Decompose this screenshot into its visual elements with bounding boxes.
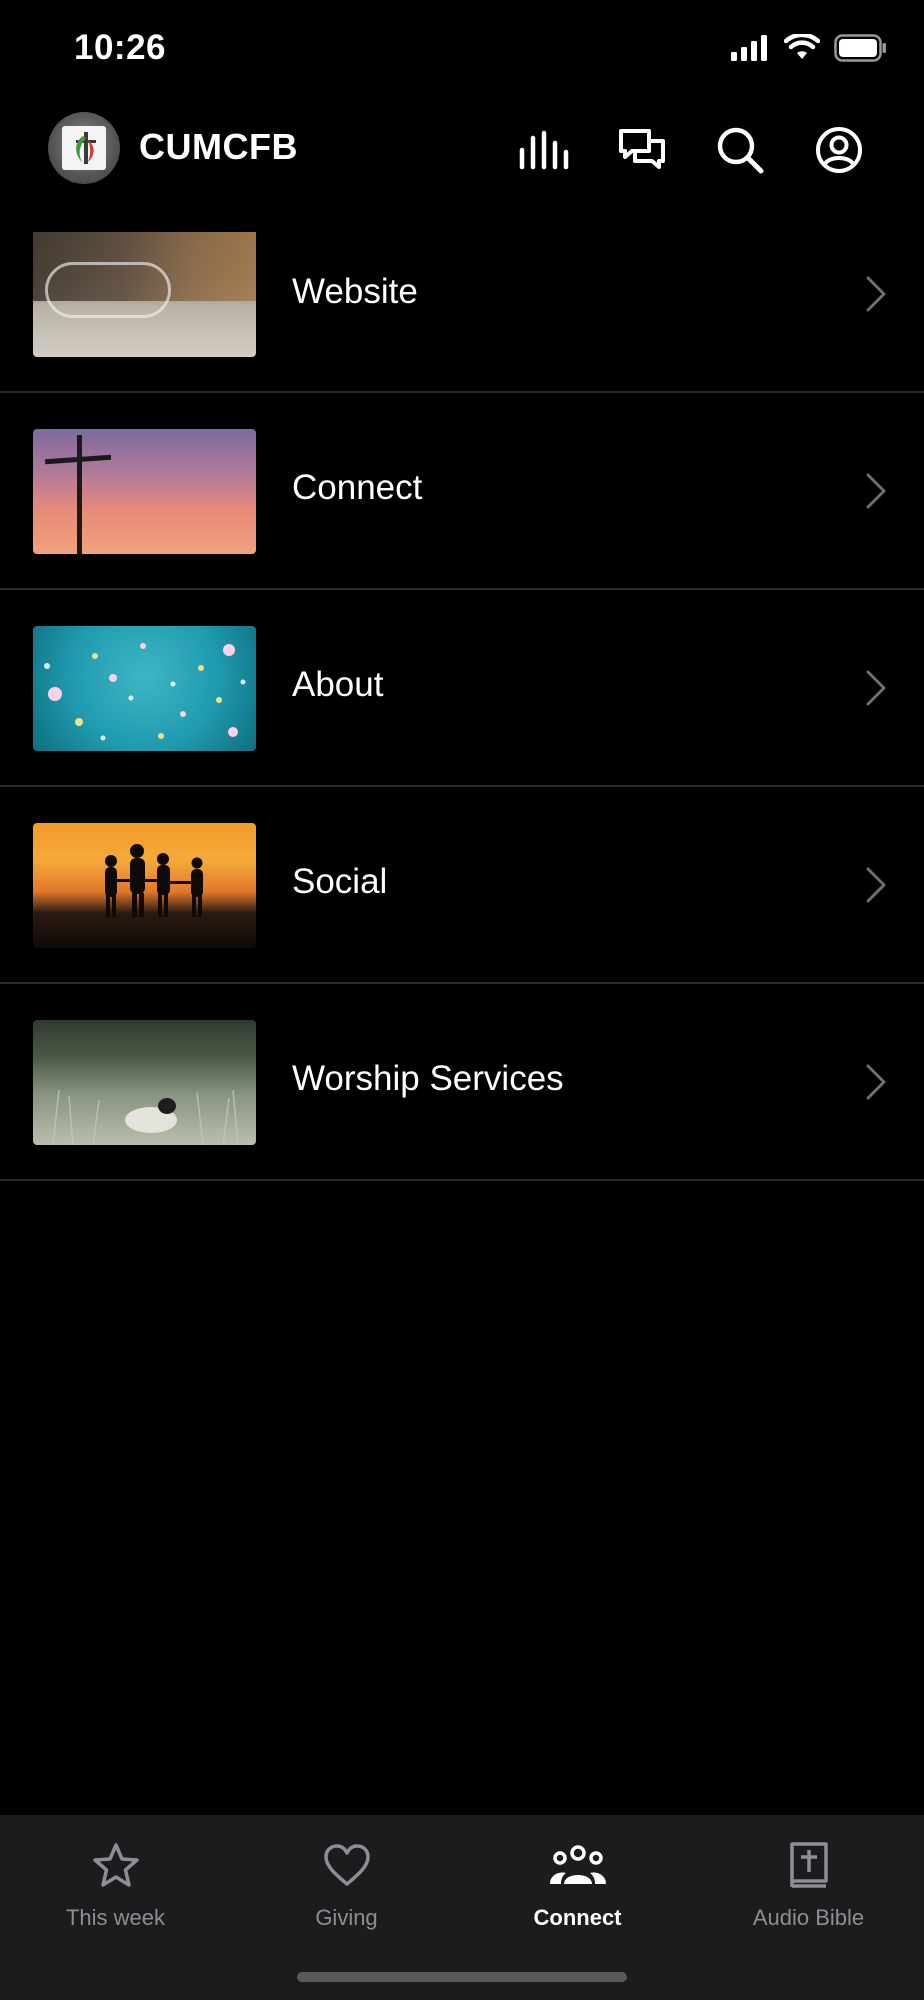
chevron-right-icon <box>866 867 886 903</box>
status-time: 10:26 <box>74 28 167 67</box>
social-thumbnail <box>33 823 256 948</box>
list-item-label: Website <box>292 272 418 311</box>
star-icon <box>86 1835 146 1895</box>
search-icon[interactable] <box>712 122 768 178</box>
tab-audio-bible[interactable]: Audio Bible <box>693 1815 924 1945</box>
home-indicator[interactable] <box>297 1972 627 1982</box>
website-thumbnail <box>33 232 256 357</box>
about-thumbnail <box>33 626 256 751</box>
tab-label: Giving <box>315 1905 378 1930</box>
tab-giving[interactable]: Giving <box>231 1815 462 1945</box>
status-icons <box>730 34 888 62</box>
list-item-label: Connect <box>292 468 423 507</box>
heart-icon <box>317 1835 377 1895</box>
tab-label: Audio Bible <box>752 1905 865 1930</box>
app-header: CUMCFB <box>0 100 924 232</box>
list-item-label: Social <box>292 862 388 901</box>
list-item-social[interactable]: Social <box>0 787 924 984</box>
tab-this-week[interactable]: This week <box>0 1815 231 1945</box>
list-item-connect[interactable]: Connect <box>0 393 924 590</box>
wifi-icon <box>784 34 820 59</box>
cross-flame-icon <box>76 132 96 164</box>
status-bar: 10:26 <box>0 0 924 100</box>
list-item-label: About <box>292 665 384 704</box>
battery-icon <box>834 34 886 62</box>
chevron-right-icon <box>866 1064 886 1100</box>
church-logo[interactable] <box>48 112 120 184</box>
chevron-right-icon <box>866 276 886 312</box>
app-title: CUMCFB <box>139 126 298 167</box>
cellular-signal-icon <box>731 35 767 61</box>
profile-icon[interactable] <box>811 122 867 178</box>
chevron-right-icon <box>866 473 886 509</box>
list-item-about[interactable]: About <box>0 590 924 787</box>
equalizer-icon[interactable] <box>516 122 572 178</box>
people-icon <box>548 1835 608 1895</box>
connect-thumbnail <box>33 429 256 554</box>
tab-label: This week <box>65 1905 166 1930</box>
menu-list: Website Connect About Social Worship Ser… <box>0 232 924 1181</box>
chevron-right-icon <box>866 670 886 706</box>
worship-services-thumbnail <box>33 1020 256 1145</box>
list-item-worship-services[interactable]: Worship Services <box>0 984 924 1181</box>
list-item-label: Worship Services <box>292 1059 564 1098</box>
chat-bubbles-icon[interactable] <box>614 122 670 178</box>
bible-icon <box>779 1835 839 1895</box>
logo-card <box>62 126 106 170</box>
list-item-website[interactable]: Website <box>0 232 924 393</box>
tab-label: Connect <box>533 1905 622 1930</box>
tab-connect[interactable]: Connect <box>462 1815 693 1945</box>
screen: 10:26 CUMCFB Website Connect About Socia… <box>0 0 924 2000</box>
